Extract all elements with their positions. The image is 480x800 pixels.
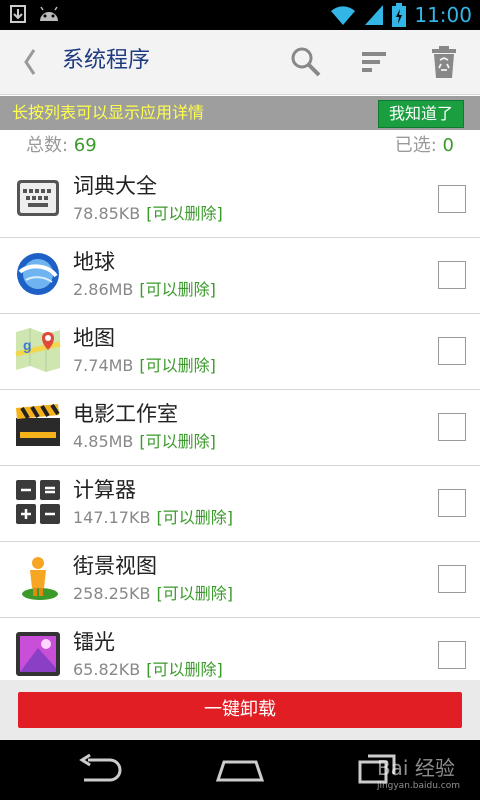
removable-tag: [可以删除] bbox=[156, 584, 233, 603]
app-size: 258.25KB bbox=[73, 584, 151, 603]
removable-tag: [可以删除] bbox=[156, 508, 233, 527]
app-name: 词典大全 bbox=[73, 174, 157, 198]
search-button[interactable] bbox=[288, 44, 324, 80]
app-size: 78.85KB bbox=[73, 204, 141, 223]
navigation-bar: Bai 经验 jingyan.baidu.com bbox=[0, 740, 480, 800]
summary-row: 总数: 69 已选: 0 bbox=[0, 130, 480, 163]
app-name: 电影工作室 bbox=[73, 402, 178, 426]
battery-charging-icon bbox=[392, 3, 407, 27]
back-arrow-icon bbox=[79, 753, 122, 782]
chevron-left-icon bbox=[24, 49, 36, 75]
total-count: 总数: 69 bbox=[26, 135, 97, 156]
photo-app-icon bbox=[16, 632, 60, 676]
signal-icon bbox=[365, 5, 384, 25]
back-button[interactable] bbox=[14, 44, 48, 80]
dismiss-tip-button[interactable]: 我知道了 bbox=[377, 100, 464, 128]
select-checkbox[interactable] bbox=[438, 641, 466, 669]
app-size: 65.82KB bbox=[73, 660, 141, 679]
removable-tag: [可以删除] bbox=[146, 660, 223, 679]
app-size: 2.86MB bbox=[73, 280, 134, 299]
android-notification-icon bbox=[40, 6, 58, 21]
app-size: 147.17KB bbox=[73, 508, 151, 527]
select-checkbox[interactable] bbox=[438, 185, 466, 213]
app-name: 街景视图 bbox=[73, 554, 157, 578]
selected-count: 已选: 0 bbox=[394, 135, 454, 156]
removable-tag: [可以删除] bbox=[146, 204, 223, 223]
tip-text: 长按列表可以显示应用详情 bbox=[12, 103, 205, 122]
wifi-icon bbox=[331, 6, 356, 25]
app-name: 地图 bbox=[73, 326, 115, 350]
select-checkbox[interactable] bbox=[438, 337, 466, 365]
page-title: 系统程序 bbox=[62, 48, 151, 73]
bottom-bar: 一键卸载 bbox=[0, 680, 480, 740]
sort-button[interactable] bbox=[358, 44, 394, 80]
status-clock: 11:00 bbox=[414, 3, 472, 27]
nav-home-button[interactable] bbox=[214, 754, 266, 788]
list-item[interactable]: 词典大全 78.85KB [可以删除] bbox=[0, 162, 480, 238]
search-icon bbox=[291, 47, 321, 77]
nav-back-button[interactable] bbox=[76, 753, 124, 788]
select-checkbox[interactable] bbox=[438, 489, 466, 517]
list-item[interactable]: 计算器 147.17KB [可以删除] bbox=[0, 466, 480, 542]
app-list[interactable]: 词典大全 78.85KB [可以删除] 地球 2.86MB [可以删除] g 地图 … bbox=[0, 162, 480, 680]
list-item[interactable]: 镭光 65.82KB [可以删除] bbox=[0, 618, 480, 680]
list-item[interactable]: 电影工作室 4.85MB [可以删除] bbox=[0, 390, 480, 466]
list-item[interactable]: 街景视图 258.25KB [可以删除] bbox=[0, 542, 480, 618]
select-checkbox[interactable] bbox=[438, 565, 466, 593]
removable-tag: [可以删除] bbox=[139, 280, 216, 299]
watermark: Bai 经验 jingyan.baidu.com bbox=[376, 756, 460, 791]
list-item[interactable]: 地球 2.86MB [可以删除] bbox=[0, 238, 480, 314]
calculator-app-icon bbox=[16, 480, 60, 524]
app-size: 7.74MB bbox=[73, 356, 134, 375]
maps-app-icon: g bbox=[15, 328, 61, 372]
download-notification-icon bbox=[10, 5, 26, 23]
keyboard-app-icon bbox=[17, 180, 59, 216]
removable-tag: [可以删除] bbox=[139, 432, 216, 451]
one-click-uninstall-button[interactable]: 一键卸载 bbox=[18, 692, 462, 728]
removable-tag: [可以删除] bbox=[139, 356, 216, 375]
earth-app-icon bbox=[17, 253, 59, 295]
trash-icon bbox=[432, 46, 456, 78]
svg-text:g: g bbox=[23, 337, 32, 353]
app-name: 计算器 bbox=[73, 478, 136, 502]
clapperboard-app-icon bbox=[16, 403, 60, 446]
status-bar: 11:00 bbox=[0, 0, 480, 30]
recycle-bin-button[interactable] bbox=[426, 44, 462, 80]
tip-bar: 长按列表可以显示应用详情 我知道了 bbox=[0, 96, 480, 130]
app-name: 地球 bbox=[73, 250, 115, 274]
app-name: 镭光 bbox=[73, 630, 115, 654]
app-size: 4.85MB bbox=[73, 432, 134, 451]
home-icon bbox=[215, 760, 265, 782]
action-bar: 系统程序 bbox=[0, 30, 480, 95]
select-checkbox[interactable] bbox=[438, 261, 466, 289]
sort-icon bbox=[362, 52, 386, 72]
select-checkbox[interactable] bbox=[438, 413, 466, 441]
list-item[interactable]: g 地图 7.74MB [可以删除] bbox=[0, 314, 480, 390]
pegman-app-icon bbox=[22, 557, 58, 600]
